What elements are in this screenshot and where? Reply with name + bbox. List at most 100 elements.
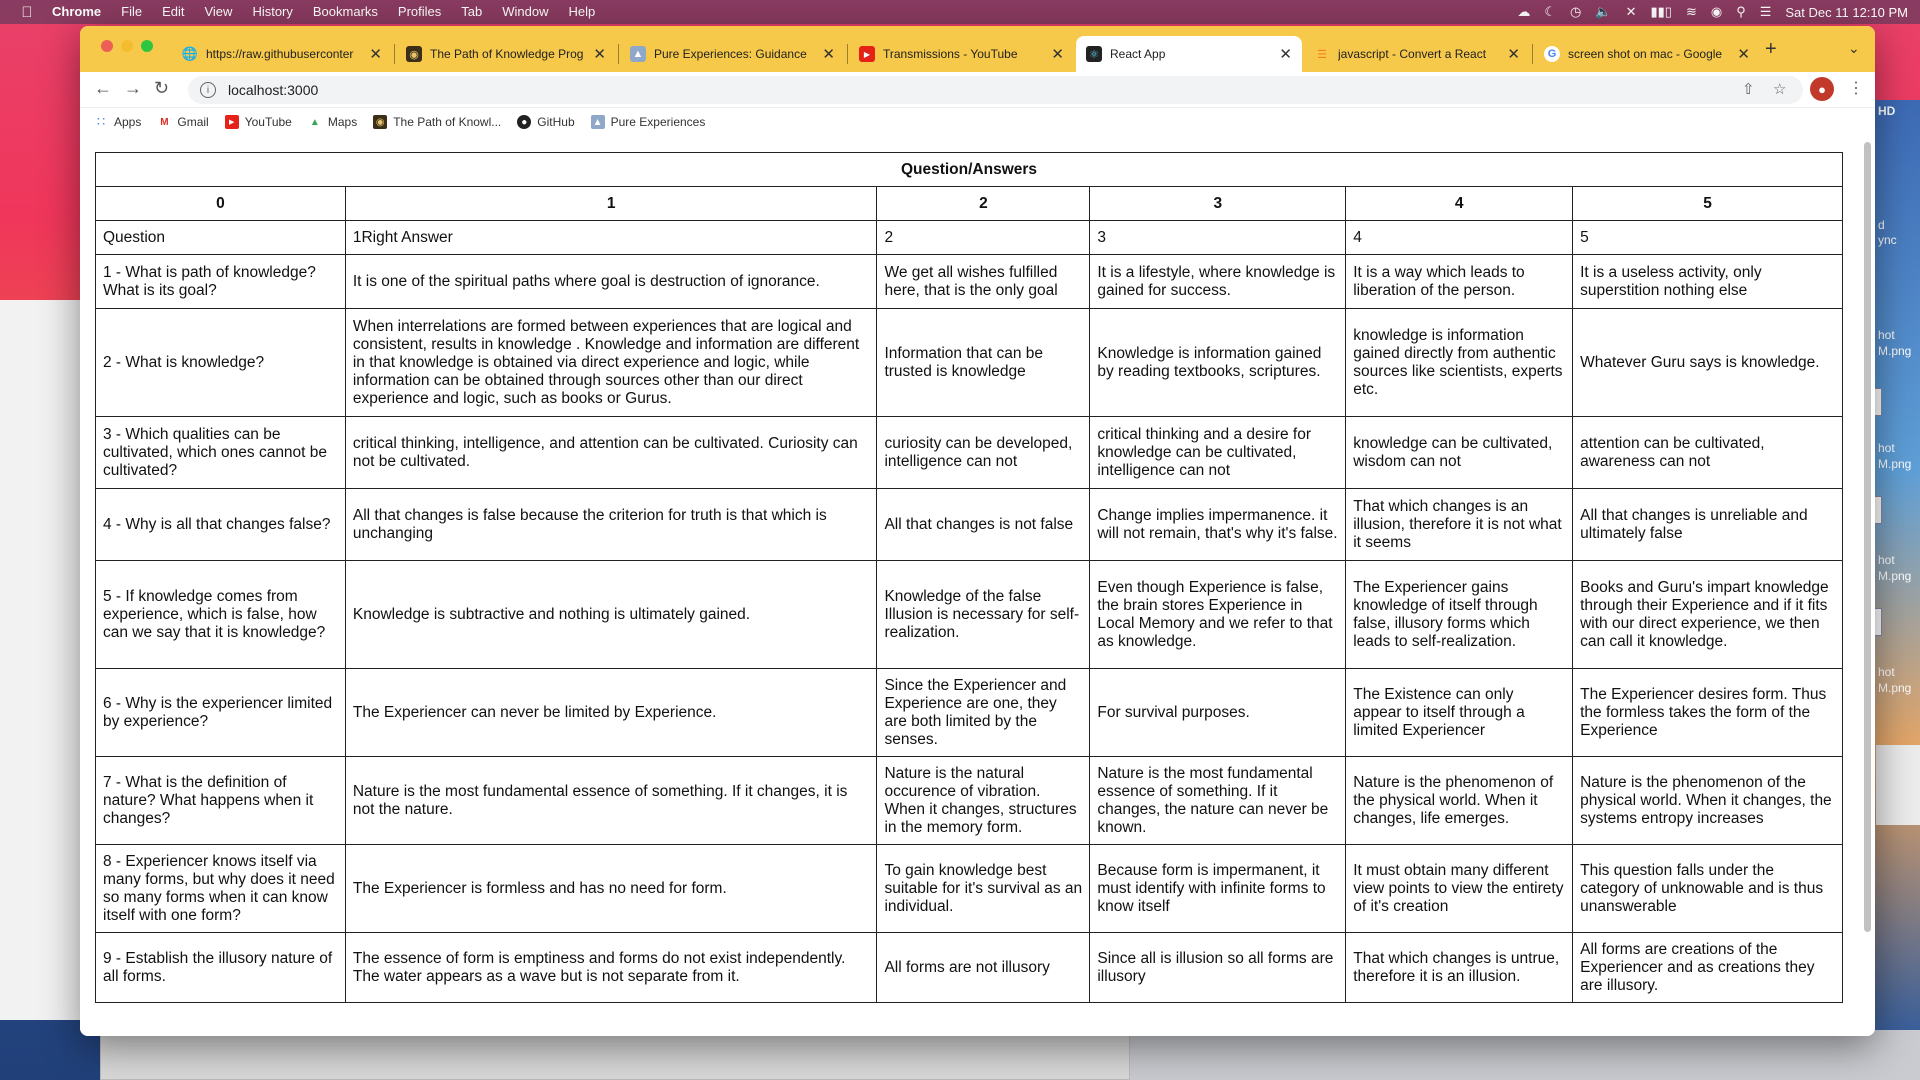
site-info-icon[interactable]: i [200,82,216,98]
globe-icon: 🌐 [181,46,199,61]
desktop-file-label[interactable]: ync [1878,233,1897,248]
bluetooth-icon[interactable]: ✕ [1626,4,1637,20]
menu-edit[interactable]: Edit [152,0,194,24]
tab-title: Pure Experiences: Guidance [654,47,807,61]
table-cell: Knowledge of the false Illusion is neces… [876,560,1091,669]
reload-icon[interactable]: ↻ [154,78,169,99]
control-center-icon[interactable]: ☰ [1760,4,1772,20]
bookmarks-bar: ∷ Apps M Gmail ▶ YouTube ▲ Maps ◉ The Pa… [80,108,1875,136]
close-window-icon[interactable] [101,40,113,52]
menu-file[interactable]: File [111,0,152,24]
table-cell: Knowledge is subtractive and nothing is … [344,560,878,669]
tab-github-raw[interactable]: 🌐 https://raw.githubuserconter ✕ [172,36,392,72]
desktop-file-label[interactable]: M.png [1878,457,1911,472]
desktop-file-label[interactable]: M.png [1878,569,1911,584]
desktop-file-label[interactable]: hot [1878,553,1895,568]
table-cell: 6 - Why is the experiencer limited by ex… [95,668,346,757]
close-tab-icon[interactable]: ✕ [1507,45,1520,63]
close-tab-icon[interactable]: ✕ [369,45,382,63]
volume-icon[interactable]: 🔈 [1595,4,1611,20]
close-tab-icon[interactable]: ✕ [822,45,835,63]
new-tab-icon[interactable]: + [1765,38,1777,61]
table-cell: knowledge is information gained directly… [1345,308,1574,417]
close-tab-icon[interactable]: ✕ [1279,45,1292,63]
stackoverflow-icon: ☰ [1317,48,1327,61]
desktop-file-label[interactable]: d [1878,218,1885,233]
address-url[interactable]: localhost:3000 [228,82,318,98]
more-menu-icon[interactable]: ⋮ [1848,78,1864,98]
desktop-file-label[interactable]: hot [1878,441,1895,456]
desktop-file-label[interactable]: hot [1878,328,1895,343]
table-cell: When interrelations are formed between e… [344,308,878,417]
minimize-window-icon[interactable] [121,40,133,52]
bookmark-apps[interactable]: ∷ Apps [94,114,142,129]
forward-icon[interactable]: → [124,78,142,99]
maximize-window-icon[interactable] [141,40,153,52]
table-cell: 1 - What is path of knowledge? What is i… [95,254,346,309]
clock-icon[interactable]: ◷ [1570,4,1581,20]
close-tab-icon[interactable]: ✕ [1737,45,1750,63]
bookmark-star-icon[interactable]: ☆ [1773,80,1786,98]
close-tab-icon[interactable]: ✕ [593,45,606,63]
user-icon[interactable]: ◉ [1711,4,1722,20]
youtube-icon: ▶ [859,46,875,62]
table-row: 2 - What is knowledge? When interrelation… [95,308,1843,417]
column-header: 0 [95,186,346,221]
maps-icon: ▲ [309,116,320,128]
bookmark-github[interactable]: ● GitHub [517,115,575,129]
menu-bar:  Chrome File Edit View History Bookmark… [0,0,1920,24]
menu-view[interactable]: View [194,0,242,24]
table-row: 8 - Experiencer knows itself via many fo… [95,844,1843,933]
apple-icon[interactable]:  [12,4,42,21]
vertical-scrollbar[interactable] [1862,138,1872,988]
tab-title: https://raw.githubuserconter [206,47,354,61]
spotlight-search-icon[interactable]: ⚲ [1736,4,1746,20]
tab-path-of-knowledge[interactable]: ◉ The Path of Knowledge Prog ✕ [396,36,616,72]
bookmark-gmail[interactable]: M Gmail [157,115,209,129]
table-cell: Nature is the most fundamental essence o… [1089,756,1347,845]
scrollbar-thumb[interactable] [1864,142,1871,932]
table-cell: The Existence can only appear to itself … [1345,668,1574,757]
question-answers-table: Question/Answers 012345 Question 1Right A… [95,152,1843,1003]
table-row: 3 - Which qualities can be cultivated, w… [95,416,1843,489]
address-bar[interactable]: i localhost:3000 [188,76,1803,104]
background-window-panel [1876,745,1920,825]
column-header: 4 [1345,186,1574,221]
desktop-file-label[interactable]: M.png [1878,344,1911,359]
menu-app-name[interactable]: Chrome [42,0,111,24]
share-icon[interactable]: ⇧ [1742,80,1755,98]
bookmark-pure-experiences[interactable]: ▲ Pure Experiences [590,115,705,129]
menubar-datetime[interactable]: Sat Dec 11 12:10 PM [1785,5,1908,20]
bookmark-maps[interactable]: ▲ Maps [308,115,357,129]
battery-icon[interactable]: ▮▮▯ [1650,4,1671,20]
menu-help[interactable]: Help [559,0,606,24]
moon-icon[interactable]: ☾ [1544,4,1556,20]
tab-youtube[interactable]: ▶ Transmissions - YouTube ✕ [849,36,1074,72]
tab-react-app[interactable]: ⚛ React App ✕ [1076,36,1302,72]
back-icon[interactable]: ← [94,78,112,99]
desktop-drive-label[interactable]: HD [1878,104,1895,119]
tab-search-chevron-icon[interactable]: ⌄ [1848,40,1860,57]
tab-stackoverflow[interactable]: ☰ javascript - Convert a React ✕ [1304,36,1530,72]
table-row: 9 - Establish the illusory nature of all… [95,932,1843,1003]
menu-history[interactable]: History [242,0,302,24]
profile-avatar[interactable]: ● [1810,77,1834,101]
menu-tab[interactable]: Tab [451,0,492,24]
menu-bookmarks[interactable]: Bookmarks [303,0,388,24]
bookmark-youtube[interactable]: ▶ YouTube [224,115,292,129]
table-cell: It is a useless activity, only superstit… [1572,254,1843,309]
menu-window[interactable]: Window [492,0,558,24]
desktop-file-label[interactable]: hot [1878,665,1895,680]
desktop-file-label[interactable]: M.png [1878,681,1911,696]
background-window-bottom [100,1030,1130,1080]
column-header: 3 [1089,186,1347,221]
status-area: ☁ ☾ ◷ 🔈 ✕ ▮▮▯ ≋ ◉ ⚲ ☰ Sat Dec 11 12:10 P… [1517,0,1908,24]
close-tab-icon[interactable]: ✕ [1051,45,1064,63]
bookmark-path-of-knowledge[interactable]: ◉ The Path of Knowl... [373,115,501,129]
tab-pure-experiences[interactable]: ▲ Pure Experiences: Guidance ✕ [620,36,845,72]
wifi-icon[interactable]: ≋ [1686,4,1697,20]
cloud-icon[interactable]: ☁ [1517,4,1530,20]
tab-google-search[interactable]: G screen shot on mac - Google ✕ [1534,36,1760,72]
menu-profiles[interactable]: Profiles [388,0,451,24]
table-cell: Question [95,220,346,255]
